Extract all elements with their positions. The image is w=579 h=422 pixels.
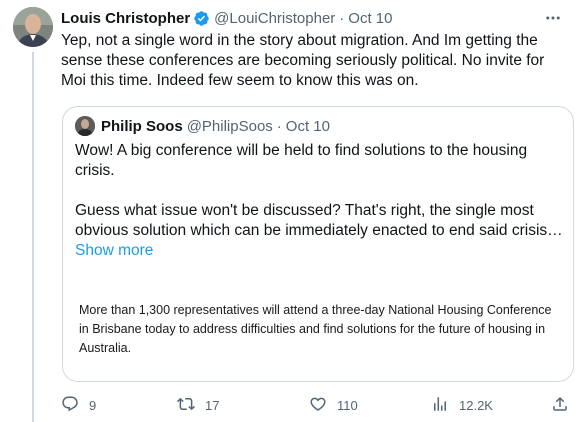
quoted-tweet[interactable]: Philip Soos @PhilipSoos · Oct 10 Wow! A …: [62, 106, 574, 382]
reply-count: 9: [89, 397, 97, 413]
share-button[interactable]: [551, 394, 569, 416]
like-count: 110: [337, 397, 358, 413]
quote-image-text: More than 1,300 representatives will att…: [79, 303, 552, 355]
tweet-header: Louis Christopher @LouiChristopher · Oct…: [61, 8, 539, 28]
quote-author-name[interactable]: Philip Soos: [101, 118, 183, 135]
quote-text: Wow! A big conference will be held to fi…: [75, 141, 563, 261]
show-more-link[interactable]: Show more: [75, 241, 563, 261]
thread-line: [32, 52, 34, 422]
quote-paragraph-1: Wow! A big conference will be held to fi…: [75, 142, 528, 179]
author-avatar[interactable]: [13, 7, 53, 47]
tweet-date[interactable]: Oct 10: [348, 10, 392, 27]
views-button[interactable]: 12.2K: [431, 394, 493, 416]
separator: ·: [339, 9, 345, 27]
author-handle[interactable]: @LouiChristopher: [214, 10, 335, 27]
heart-icon: [309, 395, 327, 416]
quote-paragraph-2: Guess what issue won't be discussed? Tha…: [75, 202, 563, 239]
quote-separator: ·: [276, 117, 282, 135]
action-bar: 9 17 110 12.2K: [61, 394, 573, 416]
quote-header: Philip Soos @PhilipSoos · Oct 10: [75, 116, 330, 136]
quote-image[interactable]: More than 1,300 representatives will att…: [63, 275, 573, 381]
quote-author-avatar: [75, 116, 95, 136]
more-icon[interactable]: [543, 8, 563, 28]
like-button[interactable]: 110: [309, 394, 358, 416]
retweet-button[interactable]: 17: [177, 394, 219, 416]
quote-author-handle[interactable]: @PhilipSoos: [187, 118, 273, 135]
tweet-text: Yep, not a single word in the story abou…: [61, 32, 545, 89]
share-icon: [551, 395, 569, 416]
views-icon: [431, 395, 449, 416]
author-name[interactable]: Louis Christopher: [61, 10, 190, 27]
verified-badge-icon: [193, 10, 210, 27]
retweet-count: 17: [205, 397, 220, 413]
views-count: 12.2K: [459, 397, 493, 413]
reply-icon: [61, 395, 79, 416]
reply-button[interactable]: 9: [61, 394, 96, 416]
quote-date[interactable]: Oct 10: [286, 118, 330, 135]
retweet-icon: [177, 395, 195, 416]
